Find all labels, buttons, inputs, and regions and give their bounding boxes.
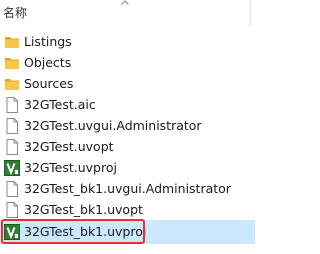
file-name: 32GTest_bk1.uvopt xyxy=(24,202,143,217)
folder-icon xyxy=(5,58,19,69)
document-icon xyxy=(6,181,18,197)
folder-icon xyxy=(5,79,19,90)
document-icon xyxy=(6,118,18,134)
document-icon xyxy=(6,139,18,155)
file-name: 32GTest_bk1.uvproj xyxy=(24,224,147,239)
list-item-file[interactable]: 32GTest_bk1.uvopt xyxy=(0,198,255,222)
document-icon xyxy=(6,97,18,113)
file-name: Listings xyxy=(24,34,72,49)
file-name: 32GTest.uvproj xyxy=(24,160,117,175)
folder-icon xyxy=(5,37,19,48)
file-name: 32GTest_bk1.uvgui.Administrator xyxy=(24,181,231,196)
file-name: 32GTest.uvopt xyxy=(24,139,114,154)
list-item-uvproj-selected[interactable]: 32GTest_bk1.uvproj xyxy=(0,220,255,244)
uvision-project-icon xyxy=(4,160,20,176)
file-name: 32GTest.uvgui.Administrator xyxy=(24,118,202,133)
sort-ascending-icon xyxy=(121,0,129,5)
name-column-header[interactable]: 名称 xyxy=(3,4,27,21)
file-name: Objects xyxy=(24,55,72,70)
column-divider[interactable] xyxy=(250,0,251,26)
file-name: 32GTest.aic xyxy=(24,97,96,112)
uvision-project-icon xyxy=(4,224,20,240)
file-name: Sources xyxy=(24,76,74,91)
document-icon xyxy=(6,202,18,218)
column-header: 名称 xyxy=(0,0,255,26)
